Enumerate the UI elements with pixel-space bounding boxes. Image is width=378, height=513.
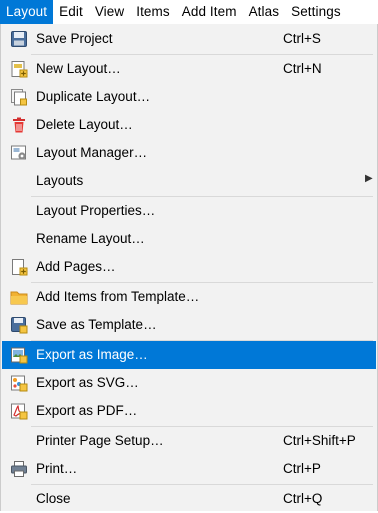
menu-item-printer-page-setup[interactable]: Printer Page Setup… Ctrl+Shift+P	[2, 427, 376, 455]
menu-edit[interactable]: Edit	[53, 0, 89, 24]
menu-item-layouts-submenu[interactable]: Layouts ▶	[2, 167, 376, 195]
menu-item-label: Add Pages…	[36, 259, 116, 274]
menu-item-label: New Layout…	[36, 61, 121, 76]
delete-icon	[13, 117, 25, 133]
menu-item-label: Duplicate Layout…	[36, 89, 151, 104]
menu-bar: Layout Edit View Items Add Item Atlas Se…	[0, 0, 378, 25]
menu-item-print[interactable]: Print… Ctrl+P	[2, 455, 376, 483]
menu-item-label: Print…	[36, 461, 78, 476]
export-image-icon	[11, 347, 28, 364]
add-pages-icon	[12, 259, 28, 276]
new-layout-icon	[11, 61, 28, 78]
menu-item-layout-properties[interactable]: Layout Properties…	[2, 197, 376, 225]
export-svg-icon	[11, 375, 28, 392]
layout-dropdown-menu: Save Project Ctrl+S New Layout… Ctrl+N D…	[0, 24, 378, 511]
menu-item-save-as-template[interactable]: Save as Template…	[2, 311, 376, 339]
menu-settings[interactable]: Settings	[285, 0, 347, 24]
menu-item-label: Save as Template…	[36, 317, 157, 332]
save-template-icon	[11, 317, 28, 334]
submenu-arrow-icon: ▶	[365, 173, 373, 184]
menu-item-export-as-pdf[interactable]: Export as PDF…	[2, 397, 376, 425]
menu-item-label: Close	[36, 491, 71, 506]
layout-manager-icon	[11, 145, 26, 160]
menu-item-label: Printer Page Setup…	[36, 433, 164, 448]
menu-item-duplicate-layout[interactable]: Duplicate Layout…	[2, 83, 376, 111]
menu-item-label: Layouts	[36, 173, 84, 188]
menu-item-label: Layout Manager…	[36, 145, 148, 160]
menu-item-label: Export as Image…	[36, 347, 148, 362]
menu-item-layout-manager[interactable]: Layout Manager…	[2, 139, 376, 167]
menu-item-new-layout[interactable]: New Layout… Ctrl+N	[2, 55, 376, 83]
shortcut-label: Ctrl+Shift+P	[283, 433, 356, 448]
shortcut-label: Ctrl+S	[283, 31, 321, 46]
menu-item-export-as-svg[interactable]: Export as SVG…	[2, 369, 376, 397]
menu-atlas[interactable]: Atlas	[243, 0, 286, 24]
duplicate-layout-icon	[11, 89, 27, 106]
menu-layout[interactable]: Layout	[0, 0, 54, 24]
menu-item-label: Delete Layout…	[36, 117, 133, 132]
menu-view[interactable]: View	[89, 0, 130, 24]
menu-item-save-project[interactable]: Save Project Ctrl+S	[2, 25, 376, 53]
menu-item-label: Rename Layout…	[36, 231, 145, 246]
menu-item-label: Save Project	[36, 31, 113, 46]
export-pdf-icon	[11, 403, 28, 420]
menu-add-item[interactable]: Add Item	[176, 0, 243, 24]
menu-items[interactable]: Items	[130, 0, 176, 24]
menu-item-add-items-from-template[interactable]: Add Items from Template…	[2, 283, 376, 311]
folder-icon	[10, 291, 28, 305]
menu-item-add-pages[interactable]: Add Pages…	[2, 253, 376, 281]
save-icon	[11, 31, 27, 47]
menu-item-export-as-image[interactable]: Export as Image…	[2, 341, 376, 369]
shortcut-label: Ctrl+Q	[283, 491, 323, 506]
menu-item-rename-layout[interactable]: Rename Layout…	[2, 225, 376, 253]
menu-item-label: Layout Properties…	[36, 203, 156, 218]
printer-icon	[11, 461, 27, 477]
menu-item-label: Add Items from Template…	[36, 289, 200, 304]
menu-item-close[interactable]: Close Ctrl+Q	[2, 485, 376, 513]
shortcut-label: Ctrl+N	[283, 61, 322, 76]
menu-item-label: Export as SVG…	[36, 375, 139, 390]
menu-item-label: Export as PDF…	[36, 403, 138, 418]
shortcut-label: Ctrl+P	[283, 461, 321, 476]
menu-item-delete-layout[interactable]: Delete Layout…	[2, 111, 376, 139]
